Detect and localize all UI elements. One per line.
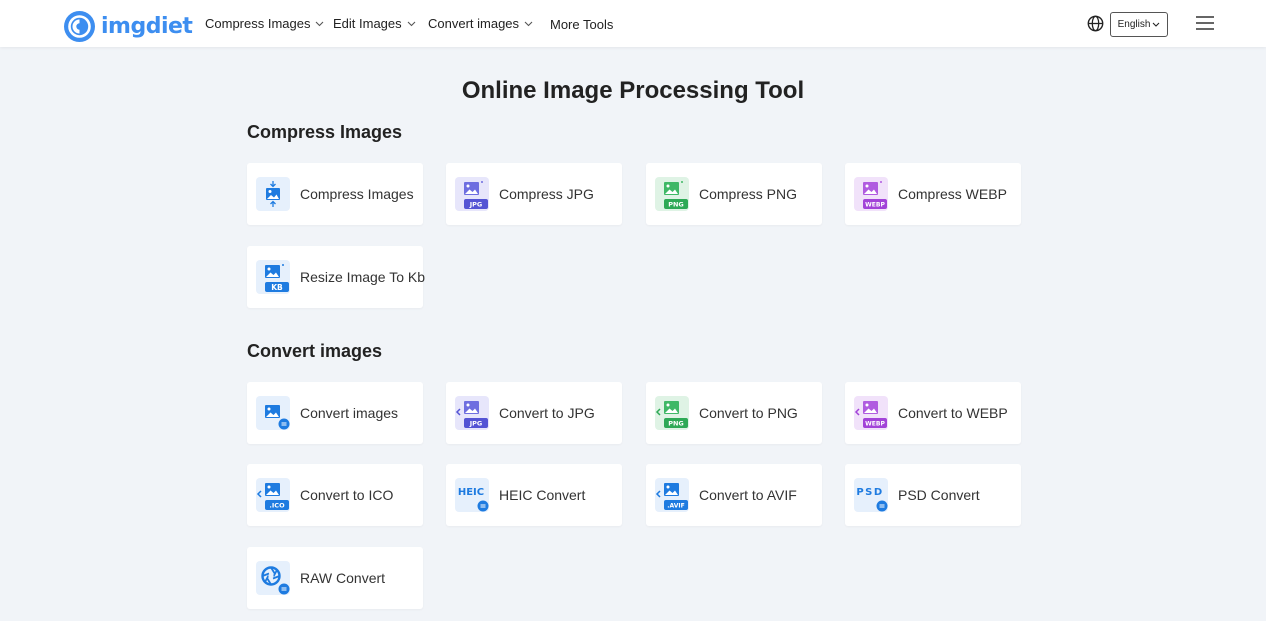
nav-label: Compress Images xyxy=(205,16,311,31)
convert-avif-icon: .AVIF xyxy=(655,478,689,512)
tool-label: Convert to WEBP xyxy=(898,405,1008,421)
tool-convert-to-webp[interactable]: WEBP Convert to WEBP xyxy=(845,382,1021,444)
page-title: Online Image Processing Tool xyxy=(461,77,805,104)
tool-psd-convert[interactable]: PSD PSD Convert xyxy=(845,464,1021,526)
tool-label: Convert to ICO xyxy=(300,487,394,503)
top-header: imgdiet Compress Images Edit Images Conv… xyxy=(0,0,1266,47)
tool-compress-images[interactable]: Compress Images xyxy=(247,163,423,225)
tool-compress-webp[interactable]: WEBP Compress WEBP xyxy=(845,163,1021,225)
kb-file-icon: KB xyxy=(256,260,290,294)
tool-compress-png[interactable]: PNG Compress PNG xyxy=(646,163,822,225)
webp-badge: WEBP xyxy=(865,421,885,428)
language-select[interactable]: English xyxy=(1110,12,1168,37)
tool-resize-to-kb[interactable]: KB Resize Image To Kb xyxy=(247,246,426,308)
tool-label: HEIC Convert xyxy=(499,487,586,503)
nav-label: Edit Images xyxy=(333,16,402,31)
tool-label: Compress WEBP xyxy=(898,186,1007,202)
tool-label: Convert to AVIF xyxy=(699,487,797,503)
logo-text: imgdiet xyxy=(101,13,193,39)
chevron-down-icon xyxy=(1153,22,1160,27)
chevron-down-icon xyxy=(407,21,416,26)
tool-label: RAW Convert xyxy=(300,570,386,586)
convert-image-icon xyxy=(256,396,290,430)
language-value: English xyxy=(1117,19,1151,30)
png-badge: PNG xyxy=(668,420,684,428)
nav-more-tools[interactable]: More Tools xyxy=(550,17,613,32)
heic-badge: HEIC xyxy=(458,487,484,498)
chevron-down-icon xyxy=(524,21,533,26)
tool-convert-to-ico[interactable]: .ICO Convert to ICO xyxy=(247,464,423,526)
tool-label: Convert to PNG xyxy=(699,405,798,421)
avif-badge: .AVIF xyxy=(667,503,685,510)
globe-icon[interactable] xyxy=(1087,15,1104,32)
png-file-icon: PNG xyxy=(655,177,689,211)
chevron-down-icon xyxy=(316,21,324,26)
nav-compress-images[interactable]: Compress Images xyxy=(205,16,324,31)
heic-icon: HEIC xyxy=(455,478,489,512)
jpg-file-icon: JPG xyxy=(455,177,489,211)
convert-webp-icon: WEBP xyxy=(854,396,888,430)
webp-file-icon: WEBP xyxy=(854,177,888,211)
tool-convert-to-jpg[interactable]: JPG Convert to JPG xyxy=(446,382,622,444)
webp-badge: WEBP xyxy=(865,202,885,209)
tool-heic-convert[interactable]: HEIC HEIC Convert xyxy=(446,464,622,526)
convert-png-icon: PNG xyxy=(655,396,689,430)
tool-label: Convert images xyxy=(300,405,399,421)
tool-convert-to-avif[interactable]: .AVIF Convert to AVIF xyxy=(646,464,822,526)
tool-compress-jpg[interactable]: JPG Compress JPG xyxy=(446,163,622,225)
tool-label: Resize Image To Kb xyxy=(300,269,426,285)
tool-convert-images[interactable]: Convert images xyxy=(247,382,423,444)
hamburger-menu-icon[interactable] xyxy=(1196,16,1214,30)
nav-edit-images[interactable]: Edit Images xyxy=(333,16,416,31)
tool-label: Convert to JPG xyxy=(499,405,595,421)
logo-icon xyxy=(64,10,95,42)
raw-aperture-icon xyxy=(256,561,290,595)
tool-convert-to-png[interactable]: PNG Convert to PNG xyxy=(646,382,822,444)
section-title-convert: Convert images xyxy=(247,341,383,361)
tool-label: Compress PNG xyxy=(699,186,798,202)
logo[interactable]: imgdiet xyxy=(64,10,193,42)
convert-jpg-icon: JPG xyxy=(455,396,489,430)
compress-image-icon xyxy=(256,177,290,211)
png-badge: PNG xyxy=(668,201,684,209)
ico-badge: .ICO xyxy=(269,502,285,510)
nav-convert-images[interactable]: Convert images xyxy=(428,16,533,31)
psd-badge: PSD xyxy=(856,487,883,498)
tool-label: PSD Convert xyxy=(898,487,980,503)
kb-badge: KB xyxy=(271,283,283,292)
tool-raw-convert[interactable]: RAW Convert xyxy=(247,547,423,609)
jpg-badge: JPG xyxy=(469,420,483,428)
section-title-compress: Compress Images xyxy=(247,122,403,142)
psd-icon: PSD xyxy=(854,478,888,512)
nav-label: More Tools xyxy=(550,17,614,32)
tool-label: Compress Images xyxy=(300,186,414,202)
convert-ico-icon: .ICO xyxy=(256,478,290,512)
tool-label: Compress JPG xyxy=(499,186,594,202)
jpg-badge: JPG xyxy=(469,201,483,209)
nav-label: Convert images xyxy=(428,16,520,31)
